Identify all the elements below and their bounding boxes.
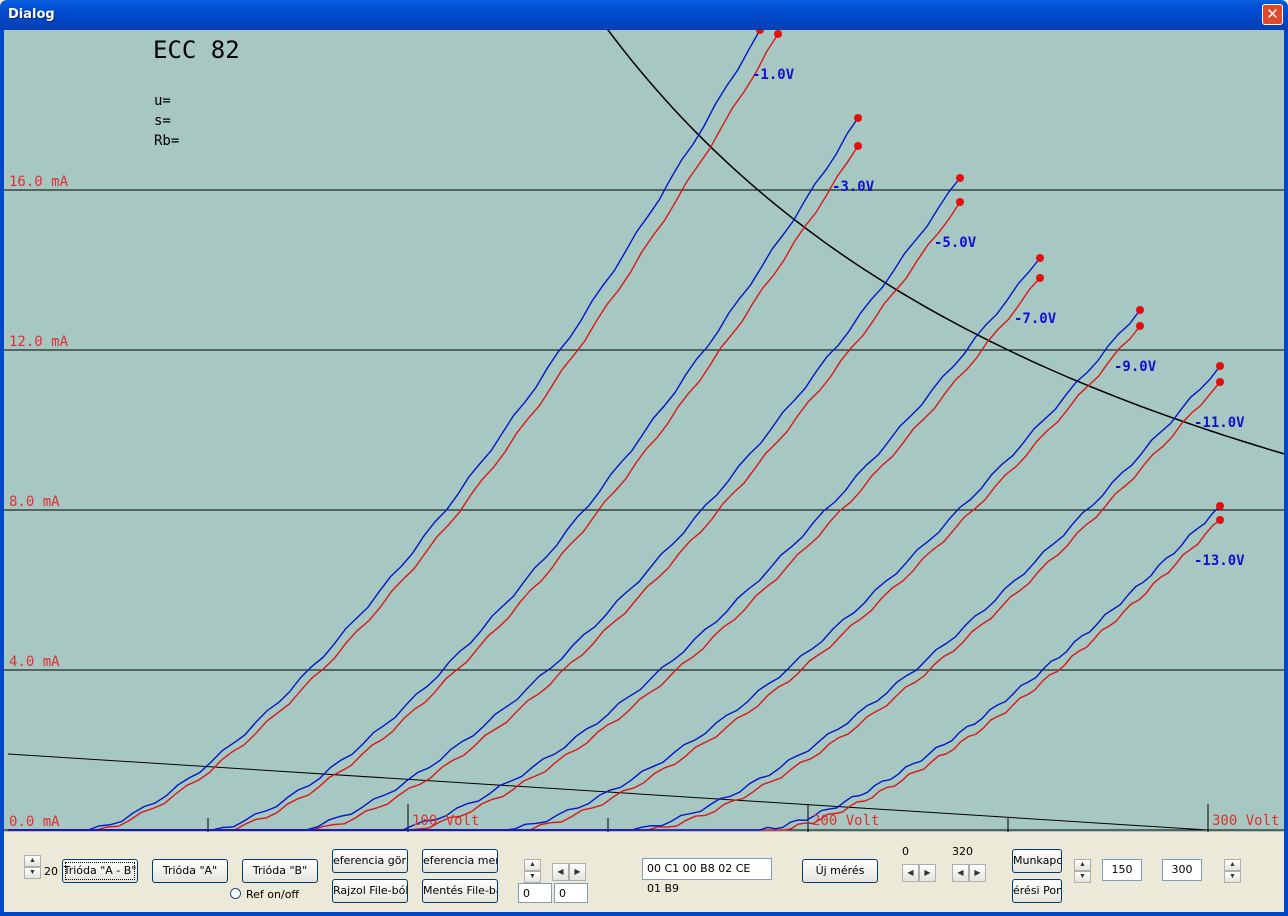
ref-mentes-button[interactable]: eferencia ment	[422, 849, 498, 873]
spin-up-icon[interactable]: ▲	[1224, 859, 1241, 871]
series-line	[8, 505, 1221, 831]
y-tick-label: 4.0 mA	[9, 654, 60, 670]
series-label: -1.0V	[752, 67, 795, 83]
plot-area: 0.0 mA 4.0 mA 8.0 mA 12.0 mA 16.0 mA 100 Volt…	[4, 30, 1284, 832]
series-endpoint	[1216, 362, 1224, 370]
range-max-label: 320	[952, 845, 973, 858]
spin-up-icon[interactable]: ▲	[1074, 859, 1091, 871]
rajzol-file-button[interactable]: Rajzol File-ból	[332, 879, 408, 903]
spin-down-icon[interactable]: ▼	[524, 871, 541, 883]
arrow-right-icon[interactable]: ▶	[569, 863, 586, 881]
series-line	[8, 33, 779, 831]
window-frame-bottom	[0, 912, 1288, 916]
param-u: u=	[154, 93, 171, 109]
series-endpoint	[1036, 254, 1044, 262]
ref-onoff-label: Ref on/off	[246, 888, 300, 901]
offset-hscroll[interactable]: ◀ ▶	[552, 863, 586, 881]
mentes-file-button[interactable]: Mentés File-ba	[422, 879, 498, 903]
trioda-b-button[interactable]: Trióda "B"	[242, 859, 318, 883]
param-rb: Rb=	[154, 133, 179, 149]
series-endpoint	[1216, 378, 1224, 386]
y-tick-label: 12.0 mA	[9, 334, 69, 350]
series-line	[8, 277, 1041, 831]
spin-up-icon[interactable]: ▲	[524, 859, 541, 871]
series-line	[8, 365, 1221, 831]
arrow-left-icon[interactable]: ◀	[552, 863, 569, 881]
series-endpoint	[1036, 274, 1044, 282]
spin-down-icon[interactable]: ▼	[1074, 871, 1091, 883]
window-frame-right	[1284, 30, 1288, 916]
x-tick-label: 300 Volt	[1212, 813, 1279, 829]
series-line	[8, 145, 859, 831]
value-150-field[interactable]: 150	[1102, 859, 1142, 881]
title-bar: Dialog ✕	[0, 0, 1288, 30]
chart-title: ECC 82	[153, 36, 240, 64]
spin-up-icon[interactable]: ▲	[24, 855, 41, 867]
ref-onoff-radio[interactable]	[230, 888, 241, 899]
series-line	[8, 309, 1141, 831]
count-value: 20	[44, 865, 58, 878]
series-label: -7.0V	[1014, 311, 1057, 327]
spin-down-icon[interactable]: ▼	[1224, 871, 1241, 883]
y-tick-label: 0.0 mA	[9, 814, 60, 830]
series-line	[8, 201, 961, 831]
range-max-hscroll[interactable]: ◀ ▶	[952, 864, 986, 882]
offset-spinner[interactable]: ▲ ▼	[524, 859, 541, 883]
close-button[interactable]: ✕	[1262, 4, 1283, 25]
trioda-ab-button[interactable]: Trióda "A - B"	[62, 859, 138, 883]
arrow-right-icon[interactable]: ▶	[969, 864, 986, 882]
series-endpoint	[956, 198, 964, 206]
series-label: -3.0V	[832, 179, 875, 195]
field-a-input[interactable]: 0	[518, 883, 552, 903]
meresi-pont-button[interactable]: érési Pont	[1012, 879, 1062, 903]
control-panel: ▲ ▼ 20 Trióda "A - B" Trióda "A" Trióda "…	[4, 832, 1284, 912]
range-min-hscroll[interactable]: ◀ ▶	[902, 864, 936, 882]
x-tick-label: 200 Volt	[812, 813, 879, 829]
arrow-left-icon[interactable]: ◀	[902, 864, 919, 882]
field-b-input[interactable]: 0	[554, 883, 588, 903]
series-label: -11.0V	[1194, 415, 1245, 431]
series-line	[8, 257, 1041, 831]
series-line	[8, 30, 761, 831]
arrow-left-icon[interactable]: ◀	[952, 864, 969, 882]
value-spinner-2[interactable]: ▲ ▼	[1224, 859, 1241, 883]
munkapont-button[interactable]: Munkapon	[1012, 849, 1062, 873]
series-line	[8, 325, 1141, 831]
series-endpoint	[1216, 516, 1224, 524]
series-endpoint	[774, 30, 782, 38]
hex-data-field[interactable]: 00 C1 00 B8 02 CE 01 B9	[642, 858, 772, 895]
series-line	[8, 381, 1221, 831]
y-tick-label: 8.0 mA	[9, 494, 60, 510]
trioda-a-button[interactable]: Trióda "A"	[152, 859, 228, 883]
power-curve	[607, 30, 1284, 455]
series-endpoint	[956, 174, 964, 182]
series-endpoint	[1136, 322, 1144, 330]
spin-down-icon[interactable]: ▼	[24, 867, 41, 879]
range-min-label: 0	[902, 845, 909, 858]
y-tick-label: 16.0 mA	[9, 174, 69, 190]
series-label: -5.0V	[934, 235, 977, 251]
x-tick-label: 100 Volt	[412, 813, 479, 829]
series-endpoint	[854, 142, 862, 150]
window-title: Dialog	[8, 7, 55, 22]
series-label: -13.0V	[1194, 553, 1245, 569]
value-300-field[interactable]: 300	[1162, 859, 1202, 881]
series-endpoint	[756, 30, 764, 34]
ref-gorbe-button[interactable]: eferencia görb	[332, 849, 408, 873]
value-spinner-1[interactable]: ▲ ▼	[1074, 859, 1091, 883]
series-label: -9.0V	[1114, 359, 1157, 375]
series-endpoint	[854, 114, 862, 122]
arrow-right-icon[interactable]: ▶	[919, 864, 936, 882]
series-line	[8, 177, 961, 831]
series-endpoint	[1216, 502, 1224, 510]
count-spinner[interactable]: ▲ ▼	[24, 855, 41, 879]
param-s: s=	[154, 113, 171, 129]
tube-characteristic-chart: 0.0 mA 4.0 mA 8.0 mA 12.0 mA 16.0 mA 100 Volt…	[4, 30, 1284, 832]
series-endpoint	[1136, 306, 1144, 314]
uj-meres-button[interactable]: Új mérés	[802, 859, 878, 883]
